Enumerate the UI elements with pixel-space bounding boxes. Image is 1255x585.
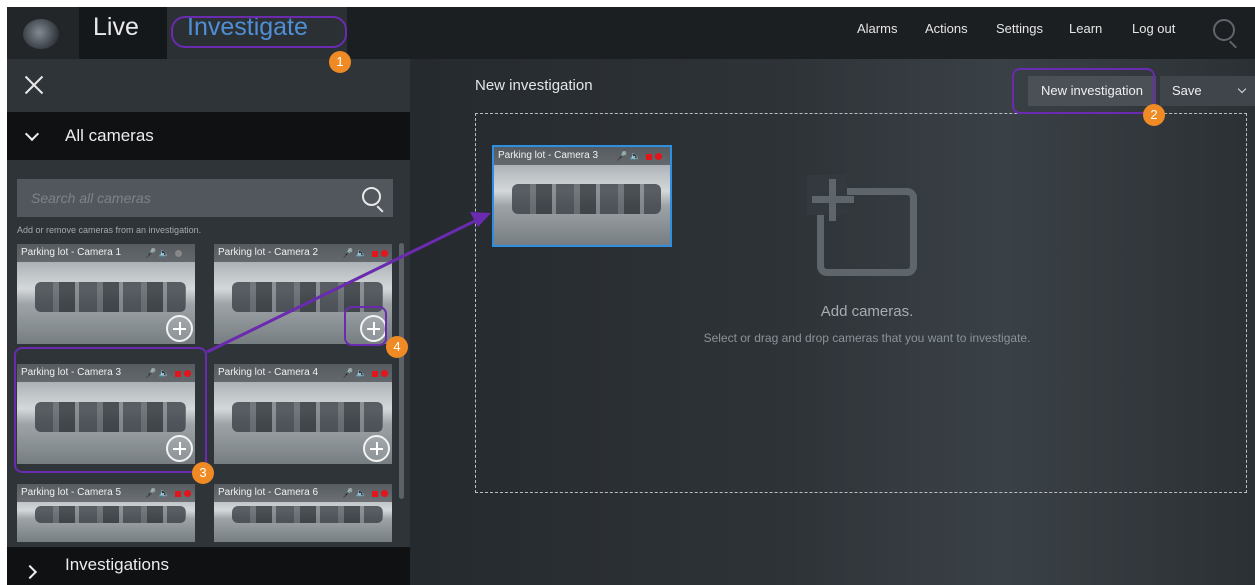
annotation-ring bbox=[171, 16, 347, 48]
annotation-badge: 1 bbox=[329, 51, 351, 73]
camera-status-icons: 🎤 🔈 bbox=[342, 368, 389, 379]
motion-icon bbox=[175, 490, 182, 497]
save-button[interactable]: Save bbox=[1160, 76, 1255, 106]
recording-icon bbox=[655, 153, 663, 161]
all-cameras-header[interactable]: All cameras bbox=[7, 112, 410, 160]
camera-tile[interactable]: Parking lot - Camera 6 🎤 🔈 bbox=[214, 484, 392, 542]
camera-scene bbox=[34, 506, 187, 524]
camera-scene bbox=[231, 402, 384, 432]
motion-icon bbox=[646, 153, 653, 160]
empty-state: Add cameras. Select or drag and drop cam… bbox=[667, 7, 1067, 585]
save-label: Save bbox=[1172, 83, 1202, 98]
search-icon[interactable] bbox=[362, 187, 381, 206]
motion-icon bbox=[372, 490, 379, 497]
recording-icon bbox=[381, 370, 389, 378]
investigation-camera-tile[interactable]: Parking lot - Camera 3 🎤 🔈 bbox=[492, 145, 672, 247]
search-input[interactable] bbox=[17, 179, 347, 217]
chevron-down-icon bbox=[24, 126, 40, 142]
nav-log-out[interactable]: Log out bbox=[1132, 7, 1175, 51]
annotation-badge: 2 bbox=[1143, 104, 1165, 126]
logo-mark bbox=[23, 19, 59, 49]
add-camera-button[interactable] bbox=[363, 435, 390, 462]
camera-status-icons: 🎤 🔈 bbox=[145, 248, 183, 259]
sidebar-hint: Add or remove cameras from an investigat… bbox=[17, 225, 202, 235]
logo bbox=[7, 7, 79, 59]
investigations-label: Investigations bbox=[65, 555, 169, 574]
close-icon[interactable] bbox=[24, 75, 44, 95]
annotation-ring bbox=[344, 306, 387, 346]
motion-icon bbox=[372, 370, 379, 377]
app-window: Live Investigate Alarms Actions Settings… bbox=[7, 7, 1255, 585]
camera-status-icons: 🎤 🔈 bbox=[616, 151, 663, 162]
chevron-down-icon[interactable] bbox=[1237, 84, 1247, 94]
camera-scene bbox=[231, 506, 384, 524]
add-camera-button[interactable] bbox=[166, 315, 193, 342]
camera-status-icons: 🎤 🔈 bbox=[342, 488, 389, 499]
sidebar-scrollbar[interactable] bbox=[399, 243, 404, 499]
empty-state-subtitle: Select or drag and drop cameras that you… bbox=[703, 331, 1031, 345]
annotation-badge: 4 bbox=[386, 336, 408, 358]
chevron-right-icon bbox=[22, 564, 38, 580]
recording-icon bbox=[381, 250, 389, 258]
annotation-badge: 3 bbox=[192, 462, 214, 484]
camera-scene bbox=[511, 184, 662, 214]
motion-icon bbox=[372, 250, 379, 257]
camera-tile[interactable]: Parking lot - Camera 5 🎤 🔈 bbox=[17, 484, 195, 542]
camera-scene bbox=[34, 282, 187, 312]
empty-state-title: Add cameras. bbox=[820, 303, 914, 320]
camera-status-icons: 🎤 🔈 bbox=[342, 248, 389, 259]
tab-live[interactable]: Live bbox=[79, 7, 167, 59]
nav-learn[interactable]: Learn bbox=[1069, 7, 1102, 51]
annotation-ring bbox=[1012, 68, 1155, 114]
record-off-icon bbox=[175, 250, 183, 258]
camera-status-icons: 🎤 🔈 bbox=[145, 488, 192, 499]
recording-icon bbox=[184, 490, 192, 498]
page-title: New investigation bbox=[475, 77, 593, 94]
recording-icon bbox=[381, 490, 389, 498]
camera-tile[interactable]: Parking lot - Camera 4 🎤 🔈 bbox=[214, 364, 392, 464]
camera-search bbox=[17, 179, 393, 217]
annotation-ring bbox=[14, 347, 207, 473]
investigations-header[interactable]: Investigations bbox=[7, 547, 410, 585]
camera-tile[interactable]: Parking lot - Camera 1 🎤 🔈 bbox=[17, 244, 195, 344]
search-icon[interactable] bbox=[1213, 19, 1235, 41]
all-cameras-label: All cameras bbox=[65, 126, 154, 145]
